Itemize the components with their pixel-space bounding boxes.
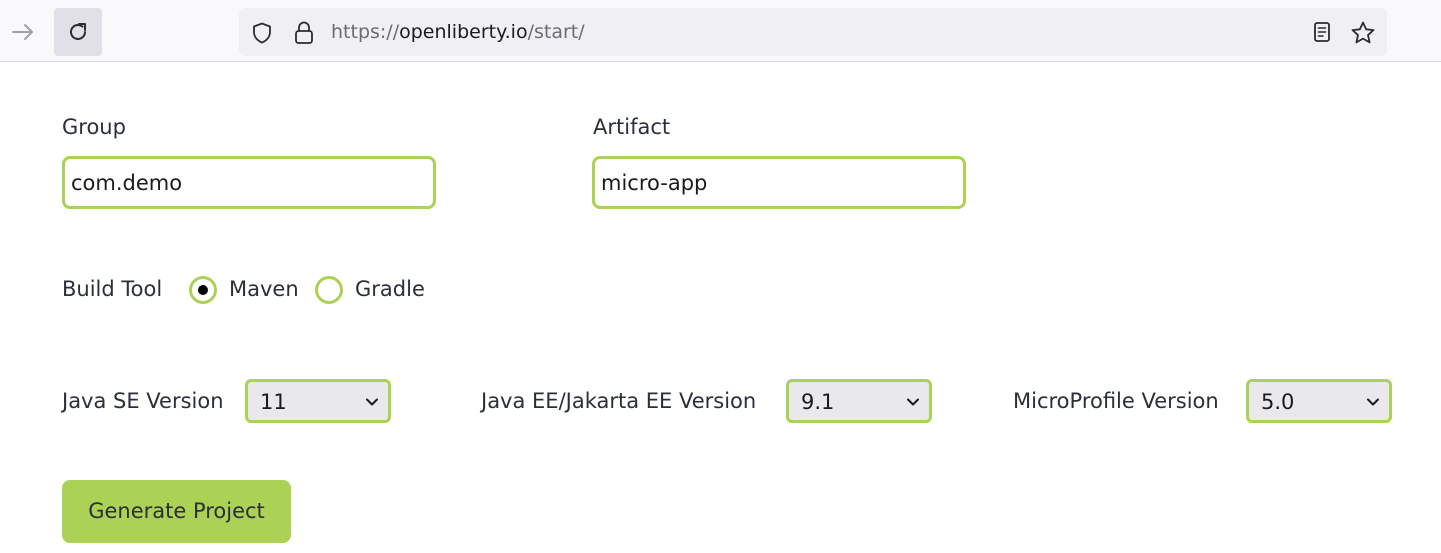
java-se-value: 11 <box>260 390 287 414</box>
microprofile-value: 5.0 <box>1261 390 1295 414</box>
artifact-label: Artifact <box>593 115 671 139</box>
url-scheme: https:// <box>331 21 400 43</box>
arrow-forward-icon[interactable] <box>9 18 37 46</box>
build-tool-label: Build Tool <box>62 277 163 301</box>
microprofile-label: MicroProfile Version <box>1013 389 1219 413</box>
chevron-down-icon <box>366 398 378 406</box>
reload-icon <box>70 23 86 40</box>
shield-icon[interactable] <box>250 21 274 49</box>
artifact-input[interactable] <box>592 156 966 209</box>
gradle-label[interactable]: Gradle <box>355 276 425 302</box>
jakarta-ee-select[interactable]: 9.1 <box>786 379 932 423</box>
java-se-select[interactable]: 11 <box>245 379 391 423</box>
chevron-down-icon <box>907 398 919 406</box>
gradle-radio[interactable] <box>315 276 343 304</box>
reader-view-icon[interactable] <box>1310 20 1334 48</box>
lock-icon[interactable] <box>292 20 316 50</box>
browser-toolbar: https://openliberty.io/start/ <box>0 0 1441 62</box>
reload-button[interactable] <box>54 8 102 56</box>
generate-project-button[interactable]: Generate Project <box>62 480 291 543</box>
star-icon[interactable] <box>1350 20 1376 50</box>
chevron-down-icon <box>1367 398 1379 406</box>
group-input[interactable] <box>62 156 436 209</box>
maven-radio[interactable] <box>189 276 217 304</box>
maven-label[interactable]: Maven <box>229 276 299 302</box>
jakarta-ee-value: 9.1 <box>801 390 835 414</box>
java-se-label: Java SE Version <box>62 389 224 413</box>
group-label: Group <box>62 115 126 139</box>
microprofile-select[interactable]: 5.0 <box>1246 379 1392 423</box>
url-text[interactable]: https://openliberty.io/start/ <box>331 20 585 44</box>
url-path: /start/ <box>527 21 585 43</box>
url-bar[interactable]: https://openliberty.io/start/ <box>239 8 1387 56</box>
jakarta-ee-label: Java EE/Jakarta EE Version <box>481 389 757 413</box>
radio-selected-dot <box>198 285 208 295</box>
url-host: openliberty.io <box>399 21 528 43</box>
